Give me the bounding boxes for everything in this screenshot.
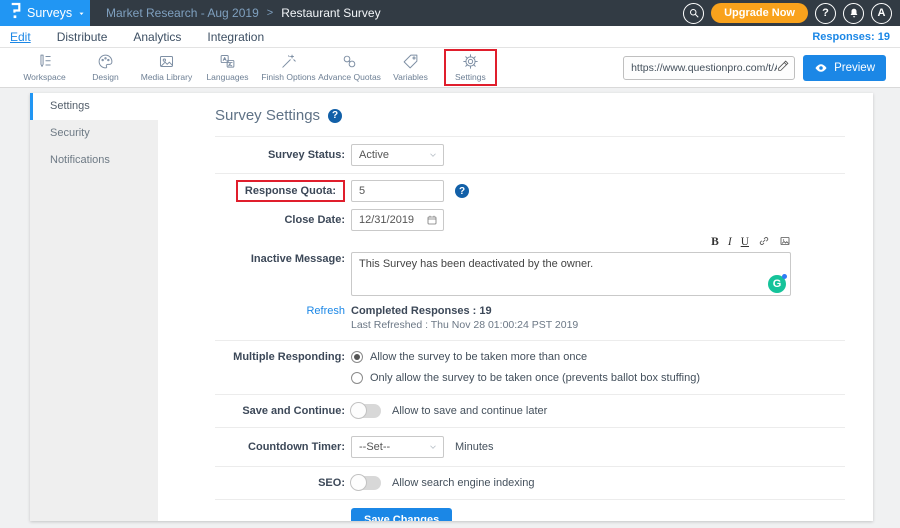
chevron-down-icon: [428, 150, 438, 160]
bold-button[interactable]: B: [711, 237, 719, 249]
save-changes-button[interactable]: Save Changes: [351, 508, 452, 521]
text-editor-toolbar: B I U: [351, 236, 791, 250]
palette-icon: [97, 53, 114, 70]
completed-responses-text: Completed Responses : 19: [351, 305, 492, 317]
breadcrumb-current: Restaurant Survey: [281, 6, 380, 20]
save-and-continue-text: Allow to save and continue later: [392, 405, 547, 417]
surveys-menu-button[interactable]: Surveys: [0, 0, 90, 26]
last-refreshed-text: Last Refreshed : Thu Nov 28 01:00:24 PST…: [351, 319, 578, 331]
sidebar-item-notifications[interactable]: Notifications: [30, 147, 158, 174]
help-button[interactable]: ?: [815, 3, 836, 24]
menu-item-integration[interactable]: Integration: [194, 30, 277, 44]
seo-toggle[interactable]: [351, 476, 381, 490]
magic-wand-icon: [280, 53, 297, 70]
tool-finish-options[interactable]: Finish Options: [258, 53, 319, 82]
seo-text: Allow search engine indexing: [392, 477, 534, 489]
tool-settings[interactable]: Settings: [444, 49, 497, 86]
notifications-button[interactable]: [843, 3, 864, 24]
eye-icon: [814, 61, 828, 75]
minutes-label: Minutes: [455, 441, 494, 453]
questionpro-logo-icon: [9, 2, 22, 24]
close-date-input[interactable]: 12/31/2019: [351, 209, 444, 231]
page-background: Settings Security Notifications Survey S…: [0, 88, 900, 528]
radio-unselected-icon[interactable]: [351, 372, 363, 384]
responses-count[interactable]: Responses: 19: [812, 31, 890, 43]
surveys-label: Surveys: [27, 6, 72, 20]
seo-label: SEO:: [215, 477, 345, 489]
survey-status-label: Survey Status:: [215, 149, 345, 161]
pencil-list-icon: [36, 53, 53, 70]
edit-url-pencil-icon[interactable]: [777, 59, 790, 77]
sidebar-item-security[interactable]: Security: [30, 120, 158, 147]
search-icon: [688, 7, 700, 19]
radio-only-once[interactable]: Only allow the survey to be taken once (…: [351, 372, 700, 384]
tool-languages[interactable]: Languages: [197, 53, 258, 82]
survey-url-input[interactable]: [631, 62, 777, 74]
chevron-down-icon: [77, 4, 86, 22]
page-title: Survey Settings: [215, 107, 320, 124]
bell-icon: [848, 7, 860, 19]
inactive-message-label: Inactive Message:: [215, 236, 345, 265]
tool-media-library[interactable]: Media Library: [136, 53, 197, 82]
upgrade-now-button[interactable]: Upgrade Now: [711, 3, 808, 23]
preview-button[interactable]: Preview: [803, 55, 886, 81]
countdown-timer-select[interactable]: --Set--: [351, 436, 444, 458]
sidebar-item-settings[interactable]: Settings: [30, 93, 158, 120]
tool-workspace[interactable]: Workspace: [14, 53, 75, 82]
insert-image-button[interactable]: [779, 234, 791, 252]
survey-toolbar: Workspace Design Media Library Languages…: [0, 48, 900, 88]
menu-item-analytics[interactable]: Analytics: [120, 30, 194, 44]
tag-icon: [402, 53, 419, 70]
settings-card: Settings Security Notifications Survey S…: [30, 93, 873, 521]
countdown-timer-label: Countdown Timer:: [215, 441, 345, 453]
tool-advance-quotas[interactable]: Advance Quotas: [319, 53, 380, 82]
chevron-down-icon: [428, 442, 438, 452]
calendar-icon: [426, 214, 438, 226]
tool-variables[interactable]: Variables: [380, 53, 441, 82]
title-help-icon[interactable]: ?: [328, 109, 342, 123]
refresh-link[interactable]: Refresh: [306, 305, 345, 317]
multiple-responding-label: Multiple Responding:: [215, 351, 345, 363]
radio-selected-icon[interactable]: [351, 351, 363, 363]
radio-allow-multiple[interactable]: Allow the survey to be taken more than o…: [351, 351, 587, 363]
breadcrumb-parent[interactable]: Market Research - Aug 2019: [106, 6, 259, 20]
top-bar: Surveys Market Research - Aug 2019 > Res…: [0, 0, 900, 26]
save-and-continue-toggle[interactable]: [351, 404, 381, 418]
tool-design[interactable]: Design: [75, 53, 136, 82]
close-date-label: Close Date:: [215, 214, 345, 226]
grammarly-icon[interactable]: G: [768, 275, 786, 293]
menu-item-edit[interactable]: Edit: [10, 30, 44, 44]
breadcrumb: Market Research - Aug 2019 > Restaurant …: [106, 6, 381, 20]
avatar[interactable]: A: [871, 3, 892, 24]
italic-button[interactable]: I: [728, 237, 732, 249]
settings-sidebar: Settings Security Notifications: [30, 93, 158, 521]
image-icon: [158, 53, 175, 70]
links-icon: [341, 53, 358, 70]
gear-icon: [462, 53, 479, 70]
breadcrumb-separator: >: [267, 7, 273, 19]
inactive-message-textarea[interactable]: This Survey has been deactivated by the …: [351, 252, 791, 296]
link-button[interactable]: [758, 234, 770, 252]
translate-icon: [219, 53, 236, 70]
save-and-continue-label: Save and Continue:: [215, 405, 345, 417]
response-quota-input[interactable]: [351, 180, 444, 202]
response-quota-label: Response Quota:: [236, 180, 345, 202]
underline-button[interactable]: U: [741, 237, 749, 249]
survey-url-box: [623, 56, 795, 80]
settings-content: Survey Settings ? Survey Status: Active: [158, 93, 873, 521]
search-button[interactable]: [683, 3, 704, 24]
menu-item-distribute[interactable]: Distribute: [44, 30, 121, 44]
survey-status-select[interactable]: Active: [351, 144, 444, 166]
menu-bar: Edit Distribute Analytics Integration Re…: [0, 26, 900, 48]
quota-help-icon[interactable]: ?: [455, 184, 469, 198]
